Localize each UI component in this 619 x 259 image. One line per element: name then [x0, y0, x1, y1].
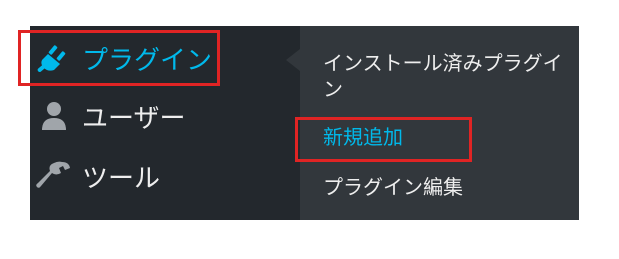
sidebar-item-users[interactable]: ユーザー — [30, 96, 185, 136]
wrench-icon — [34, 160, 74, 192]
user-icon — [34, 100, 74, 132]
admin-menu-screenshot: プラグイン ユーザー ツール インストール済みプラグイン 新規追加 プラグイン編… — [0, 0, 619, 259]
sidebar-item-label: ユーザー — [82, 103, 186, 134]
submenu-item-installed-plugins[interactable]: インストール済みプラグイン — [323, 50, 563, 102]
highlight-box-plugins — [18, 30, 220, 86]
sidebar-item-tools[interactable]: ツール — [30, 156, 160, 196]
highlight-box-add-new — [295, 117, 472, 162]
submenu-item-plugin-editor[interactable]: プラグイン編集 — [323, 174, 463, 200]
sidebar-item-label: ツール — [82, 163, 161, 194]
submenu-pointer-arrow — [286, 49, 300, 71]
